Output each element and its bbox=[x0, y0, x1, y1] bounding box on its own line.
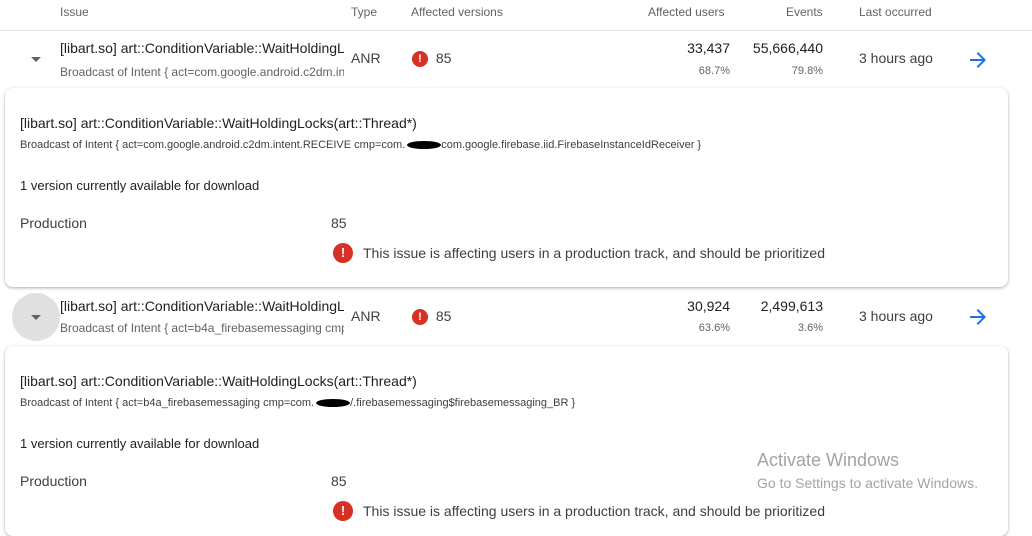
column-type[interactable]: Type bbox=[351, 5, 377, 19]
expand-button[interactable] bbox=[12, 35, 60, 83]
watermark-subtitle: Go to Settings to activate Windows. bbox=[757, 475, 978, 491]
last-occurred: 3 hours ago bbox=[859, 308, 933, 324]
error-icon: ! bbox=[412, 309, 428, 326]
track-name: Production bbox=[20, 473, 87, 489]
chevron-down-icon bbox=[31, 56, 41, 62]
affected-users-count: 30,924 bbox=[687, 298, 730, 314]
detail-subtitle: Broadcast of Intent { act=com.google.and… bbox=[20, 139, 702, 151]
detail-title: [libart.so] art::ConditionVariable::Wait… bbox=[20, 115, 417, 131]
activate-windows-watermark: Activate Windows Go to Settings to activ… bbox=[757, 450, 978, 491]
redaction-mark bbox=[407, 141, 442, 150]
events-percent: 79.8% bbox=[791, 65, 823, 77]
events-count: 2,499,613 bbox=[760, 298, 823, 314]
issue-title: [libart.so] art::ConditionVariable::Wait… bbox=[60, 298, 344, 314]
affected-version: ! 85 bbox=[412, 50, 452, 68]
column-last-occurred[interactable]: Last occurred bbox=[859, 5, 932, 19]
track-version: 85 bbox=[331, 215, 347, 231]
issue-subtitle: Broadcast of Intent { act=com.google.and… bbox=[60, 65, 344, 79]
detail-subtitle: Broadcast of Intent { act=b4a_firebaseme… bbox=[20, 397, 576, 409]
affected-version: ! 85 bbox=[412, 308, 452, 326]
prioritize-warning: ! This issue is affecting users in a pro… bbox=[333, 501, 825, 521]
error-icon: ! bbox=[333, 501, 353, 521]
column-events[interactable]: Events bbox=[786, 5, 823, 19]
open-issue-button[interactable] bbox=[966, 48, 990, 72]
events-percent: 3.6% bbox=[797, 322, 823, 334]
column-affected-versions[interactable]: Affected versions bbox=[411, 5, 503, 19]
last-occurred: 3 hours ago bbox=[859, 50, 933, 66]
watermark-title: Activate Windows bbox=[757, 450, 900, 470]
issue-detail-card: [libart.so] art::ConditionVariable::Wait… bbox=[5, 346, 1008, 536]
column-affected-users[interactable]: Affected users bbox=[648, 5, 725, 19]
versions-available: 1 version currently available for downlo… bbox=[20, 178, 260, 193]
versions-available: 1 version currently available for downlo… bbox=[20, 436, 260, 451]
issue-type: ANR bbox=[351, 308, 381, 324]
expand-button[interactable] bbox=[12, 293, 60, 341]
arrow-right-icon bbox=[970, 309, 986, 325]
affected-users-percent: 63.6% bbox=[698, 322, 730, 334]
redaction-mark bbox=[316, 399, 351, 408]
issue-type: ANR bbox=[351, 50, 381, 66]
events-count: 55,666,440 bbox=[752, 40, 823, 56]
track-name: Production bbox=[20, 215, 87, 231]
open-issue-button[interactable] bbox=[966, 305, 990, 329]
error-icon: ! bbox=[333, 243, 353, 263]
table-header: Issue Type Affected versions Affected us… bbox=[0, 0, 1032, 31]
version-number: 85 bbox=[435, 308, 452, 324]
error-icon: ! bbox=[412, 51, 428, 68]
prioritize-warning: ! This issue is affecting users in a pro… bbox=[333, 243, 825, 263]
track-version: 85 bbox=[331, 473, 347, 489]
issue-detail-card: [libart.so] art::ConditionVariable::Wait… bbox=[5, 88, 1008, 287]
column-issue[interactable]: Issue bbox=[60, 5, 89, 19]
detail-title: [libart.so] art::ConditionVariable::Wait… bbox=[20, 373, 417, 389]
version-number: 85 bbox=[435, 50, 452, 66]
issue-subtitle: Broadcast of Intent { act=b4a_firebaseme… bbox=[60, 321, 344, 335]
arrow-right-icon bbox=[970, 52, 986, 68]
table-row[interactable]: [libart.so] art::ConditionVariable::Wait… bbox=[0, 32, 1032, 88]
issue-title: [libart.so] art::ConditionVariable::Wait… bbox=[60, 40, 344, 56]
table-row[interactable]: [libart.so] art::ConditionVariable::Wait… bbox=[0, 290, 1032, 346]
affected-users-count: 33,437 bbox=[687, 40, 730, 56]
chevron-down-icon bbox=[31, 314, 41, 320]
affected-users-percent: 68.7% bbox=[698, 65, 730, 77]
